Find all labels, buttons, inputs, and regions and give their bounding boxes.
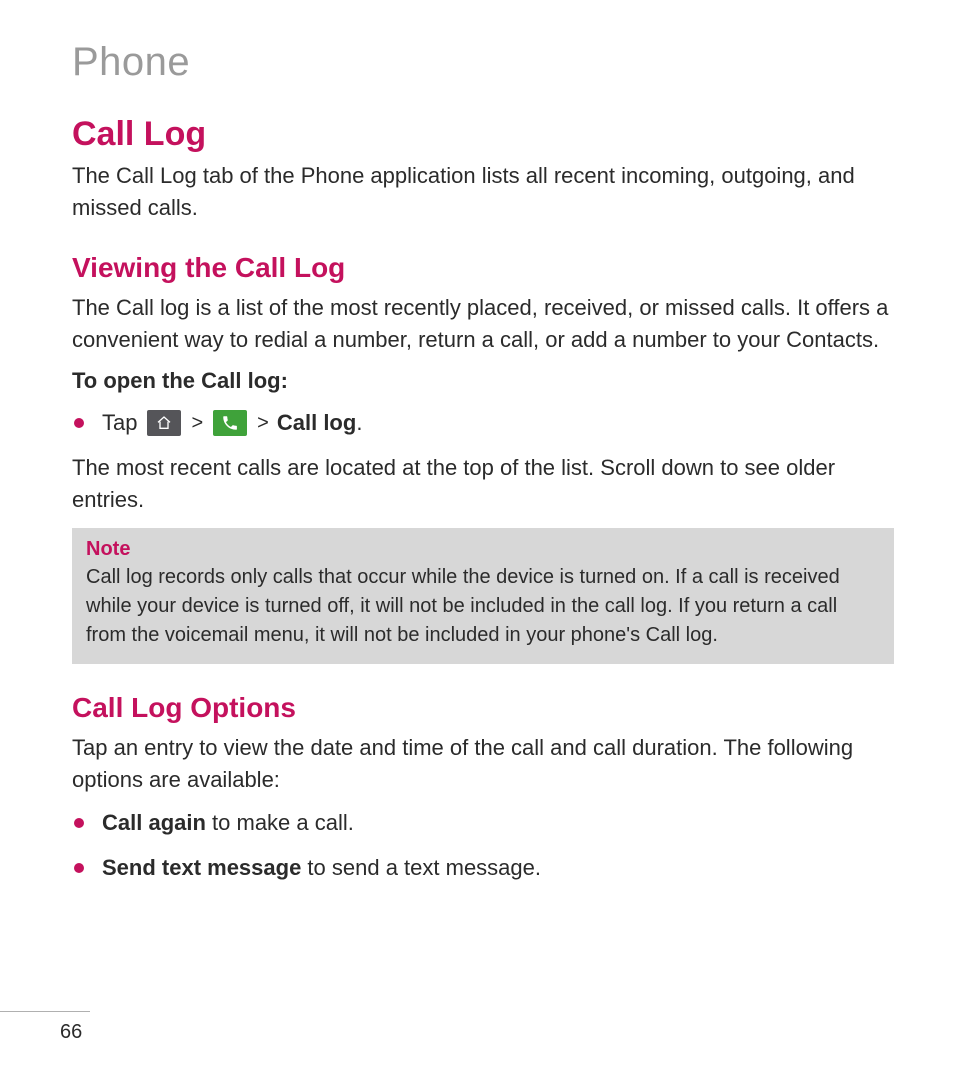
open-call-log-label: To open the Call log: [72,368,894,394]
option-bold: Send text message [102,855,301,880]
footer-rule [0,1011,90,1012]
chapter-title: Phone [72,40,894,85]
section-intro: The Call Log tab of the Phone applicatio… [72,160,894,224]
subheading-options: Call Log Options [72,692,894,724]
breadcrumb-separator: > [191,409,203,437]
phone-icon [213,410,247,436]
bullet-icon [74,418,84,428]
manual-page: Phone Call Log The Call Log tab of the P… [0,0,954,1074]
bullet-icon [74,818,84,828]
period: . [356,408,362,439]
home-icon [147,410,181,436]
tap-prefix: Tap [102,408,137,439]
option-item: Call again to make a call. [72,808,894,839]
option-bold: Call again [102,810,206,835]
step-tap-row: Tap > > Call log. [72,408,894,439]
breadcrumb-separator: > [257,409,269,437]
options-intro: Tap an entry to view the date and time o… [72,732,894,796]
note-text: Call log records only calls that occur w… [86,563,880,650]
note-title: Note [86,538,880,561]
bullet-icon [74,863,84,873]
viewing-after: The most recent calls are located at the… [72,452,894,516]
option-rest: to send a text message. [301,855,541,880]
option-item: Send text message to send a text message… [72,853,894,884]
viewing-desc: The Call log is a list of the most recen… [72,292,894,356]
page-number: 66 [60,1021,82,1044]
option-rest: to make a call. [206,810,354,835]
call-log-bold: Call log [277,408,356,439]
subheading-viewing: Viewing the Call Log [72,252,894,284]
section-heading-call-log: Call Log [72,115,894,154]
note-box: Note Call log records only calls that oc… [72,528,894,664]
